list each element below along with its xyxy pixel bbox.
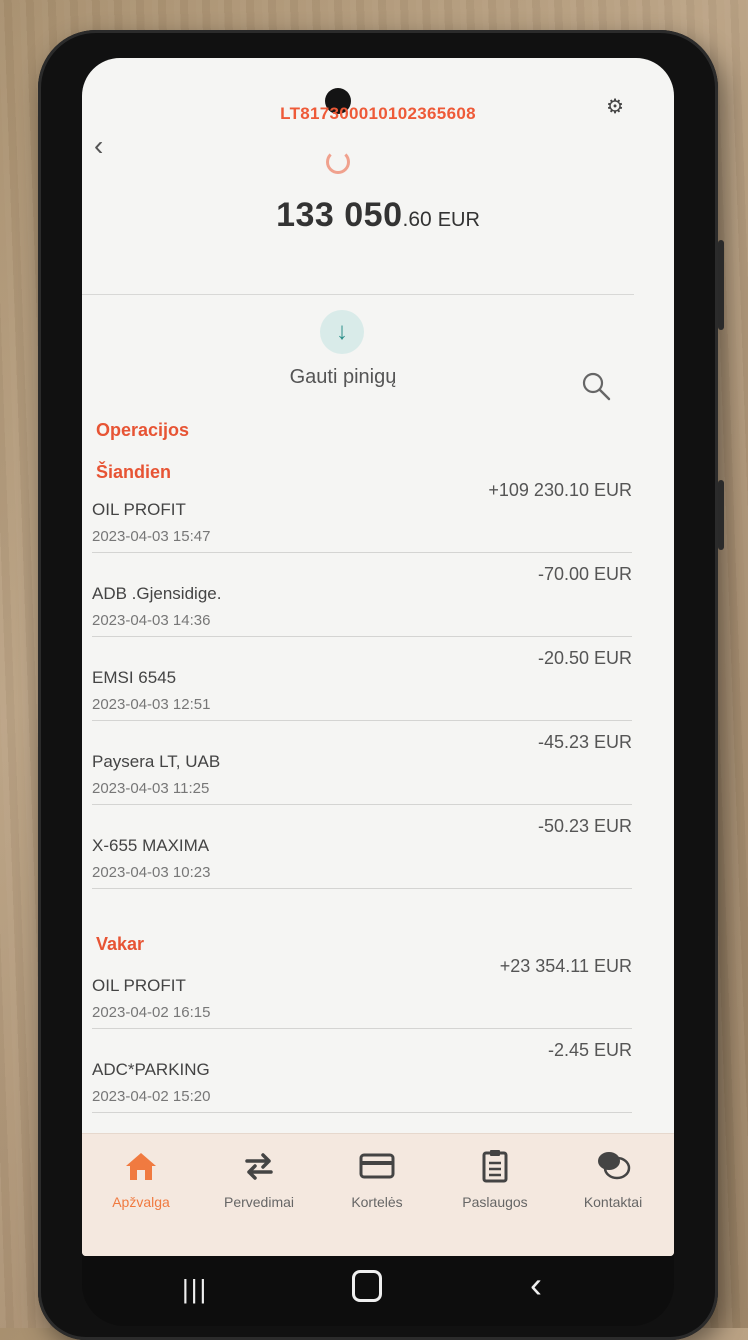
header-divider bbox=[82, 294, 634, 295]
transaction-date: 2023-04-02 16:15 bbox=[92, 1004, 211, 1021]
back-arrow-icon[interactable]: ‹ bbox=[94, 132, 103, 160]
system-navigation-bar: ||| ‹ bbox=[82, 1256, 674, 1326]
transaction-row[interactable]: ADC*PARKING 2023-04-02 15:20 -2.45 EUR bbox=[92, 1028, 632, 1113]
transaction-amount: -45.23 EUR bbox=[537, 732, 632, 752]
transaction-amount: +23 354.11 EUR bbox=[499, 956, 632, 976]
transfer-arrows-icon bbox=[245, 1153, 273, 1180]
balance-currency: EUR bbox=[437, 209, 480, 231]
loading-spinner-icon bbox=[326, 150, 350, 174]
operations-title: Operacijos bbox=[96, 420, 190, 440]
transaction-amount: -20.50 EUR bbox=[537, 648, 632, 668]
account-balance: 133 050.60 EUR bbox=[82, 196, 674, 235]
transaction-date: 2023-04-03 10:23 bbox=[92, 864, 211, 881]
account-iban: LT817300010102365608 bbox=[280, 104, 476, 123]
transaction-name: OIL PROFIT bbox=[92, 976, 186, 995]
balance-decimals: .60 bbox=[402, 208, 432, 231]
transaction-amount: +109 230.10 EUR bbox=[488, 480, 632, 500]
chat-bubbles-icon bbox=[598, 1152, 631, 1180]
home-icon bbox=[126, 1153, 156, 1180]
nav-item-contacts[interactable]: Kontaktai bbox=[554, 1146, 672, 1210]
transaction-amount: -2.45 EUR bbox=[547, 1040, 632, 1060]
nav-label: Apžvalga bbox=[112, 1194, 170, 1210]
volume-button bbox=[718, 240, 724, 330]
transaction-name: ADB .Gjensidige. bbox=[92, 584, 222, 603]
nav-label: Kontaktai bbox=[583, 1194, 643, 1210]
nav-item-transfers[interactable]: Pervedimai bbox=[200, 1146, 318, 1210]
transaction-row[interactable]: OIL PROFIT 2023-04-03 15:47 +109 230.10 … bbox=[92, 468, 632, 553]
app-screen: ‹ ⚙ LT817300010102365608 133 050.60 EUR ↓… bbox=[82, 58, 674, 1256]
receive-money-label[interactable]: Gauti pinigų bbox=[82, 366, 604, 389]
clipboard-icon bbox=[482, 1150, 508, 1183]
transaction-row[interactable]: EMSI 6545 2023-04-03 12:51 -20.50 EUR bbox=[92, 636, 632, 721]
transaction-date: 2023-04-03 15:47 bbox=[92, 528, 211, 545]
power-button bbox=[718, 480, 724, 550]
transaction-date: 2023-04-03 14:36 bbox=[92, 612, 211, 629]
transaction-date: 2023-04-03 12:51 bbox=[92, 696, 211, 713]
nav-label: Kortelės bbox=[351, 1194, 403, 1210]
transaction-name: EMSI 6545 bbox=[92, 668, 177, 687]
card-icon bbox=[359, 1153, 395, 1179]
nav-label: Paslaugos bbox=[462, 1194, 528, 1210]
recent-apps-icon[interactable]: ||| bbox=[182, 1274, 208, 1305]
balance-integer: 133 050 bbox=[276, 196, 403, 234]
transaction-amount: -70.00 EUR bbox=[537, 564, 632, 584]
bottom-navigation: Apžvalga Pervedimai Kortelės Paslaugos K… bbox=[82, 1133, 674, 1256]
transaction-row[interactable]: Paysera LT, UAB 2023-04-03 11:25 -45.23 … bbox=[92, 720, 632, 805]
nav-item-services[interactable]: Paslaugos bbox=[436, 1146, 554, 1210]
search-icon[interactable] bbox=[580, 370, 612, 402]
transaction-name: X-655 MAXIMA bbox=[92, 836, 210, 855]
receive-money-button[interactable]: ↓ bbox=[320, 310, 364, 354]
arrow-down-icon: ↓ bbox=[336, 318, 348, 345]
transaction-amount: -50.23 EUR bbox=[537, 816, 632, 836]
transaction-row[interactable]: X-655 MAXIMA 2023-04-03 10:23 -50.23 EUR bbox=[92, 804, 632, 889]
nav-item-cards[interactable]: Kortelės bbox=[318, 1146, 436, 1210]
nav-label: Pervedimai bbox=[223, 1194, 295, 1210]
back-icon[interactable]: ‹ bbox=[530, 1264, 542, 1306]
transaction-name: ADC*PARKING bbox=[92, 1060, 210, 1079]
transaction-name: OIL PROFIT bbox=[92, 500, 186, 519]
transaction-date: 2023-04-03 11:25 bbox=[92, 780, 210, 797]
transaction-name: Paysera LT, UAB bbox=[92, 752, 221, 771]
transaction-row[interactable]: OIL PROFIT 2023-04-02 16:15 +23 354.11 E… bbox=[92, 944, 632, 1029]
nav-item-overview[interactable]: Apžvalga bbox=[82, 1146, 200, 1210]
home-button-icon[interactable] bbox=[352, 1270, 382, 1302]
transaction-row[interactable]: ADB .Gjensidige. 2023-04-03 14:36 -70.00… bbox=[92, 552, 632, 637]
transaction-date: 2023-04-02 15:20 bbox=[92, 1088, 211, 1105]
